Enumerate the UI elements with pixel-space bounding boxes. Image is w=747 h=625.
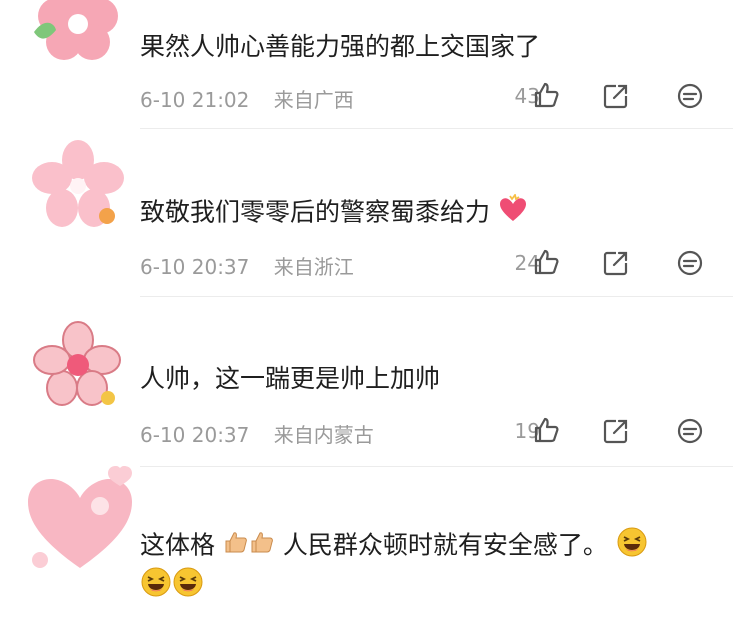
avatar[interactable] xyxy=(20,460,140,580)
divider xyxy=(140,466,733,467)
comment-time: 6-10 21:02 xyxy=(140,88,250,112)
comment-actions: 43 xyxy=(480,80,720,114)
comment-text: 致敬我们零零后的警察蜀黍给力 xyxy=(140,192,528,233)
comment-location: 来自内蒙古 xyxy=(273,423,374,447)
avatar[interactable] xyxy=(30,138,126,234)
comment-item: 人帅，这一踹更是帅上加帅 6-10 20:37 来自内蒙古 19 xyxy=(0,300,747,470)
flower-avatar-icon xyxy=(32,140,124,227)
heart-gift-emoji-icon xyxy=(498,192,528,233)
divider xyxy=(140,296,733,297)
laughing-emoji-icon xyxy=(616,526,648,567)
laughing-emoji-icon xyxy=(172,566,204,607)
comment-text-part2: 人民群众顿时就有安全感了。 xyxy=(282,530,608,560)
avatar[interactable] xyxy=(30,0,126,70)
comment-icon[interactable] xyxy=(676,82,704,114)
laughing-emoji-icon xyxy=(140,566,172,607)
comment-meta: 6-10 20:37 来自内蒙古 xyxy=(140,419,374,448)
comment-item: 这体格 人民群众顿时就有安全感了。 xyxy=(0,466,747,625)
comment-meta: 6-10 21:02 来自广西 xyxy=(140,84,354,113)
avatar[interactable] xyxy=(30,318,126,414)
thumbs-up-emoji-icon xyxy=(249,529,275,564)
comment-location: 来自广西 xyxy=(273,88,354,112)
share-icon[interactable] xyxy=(602,417,630,449)
divider xyxy=(140,128,733,129)
comment-icon[interactable] xyxy=(676,417,704,449)
comment-time: 6-10 20:37 xyxy=(140,423,250,447)
comment-actions: 19 xyxy=(480,415,720,449)
comment-text-part1: 这体格 xyxy=(140,530,216,560)
thumb-up-icon[interactable] xyxy=(530,80,560,114)
thumb-up-icon[interactable] xyxy=(530,415,560,449)
comment-time: 6-10 20:37 xyxy=(140,255,250,279)
comment-meta: 6-10 20:37 来自浙江 xyxy=(140,251,354,280)
comment-item: 致敬我们零零后的警察蜀黍给力 6-10 20:37 来自浙江 24 xyxy=(0,130,747,300)
flower-avatar-icon xyxy=(34,0,118,60)
comment-icon[interactable] xyxy=(676,249,704,281)
comment-text-content: 致敬我们零零后的警察蜀黍给力 xyxy=(140,197,491,227)
comment-text: 果然人帅心善能力强的都上交国家了 xyxy=(140,32,541,61)
doodle-flower-avatar-icon xyxy=(33,321,121,406)
comment-text: 这体格 人民群众顿时就有安全感了。 xyxy=(140,526,648,567)
thumbs-up-emoji-icon xyxy=(223,529,249,564)
comment-text-line2 xyxy=(140,566,204,607)
comment-location: 来自浙江 xyxy=(273,255,354,279)
heart-avatar-icon xyxy=(28,466,132,568)
thumb-up-icon[interactable] xyxy=(530,247,560,281)
comment-actions: 24 xyxy=(480,247,720,281)
share-icon[interactable] xyxy=(602,249,630,281)
comment-text: 人帅，这一踹更是帅上加帅 xyxy=(140,364,441,393)
comment-item: 果然人帅心善能力强的都上交国家了 6-10 21:02 来自广西 43 xyxy=(0,0,747,130)
share-icon[interactable] xyxy=(602,82,630,114)
